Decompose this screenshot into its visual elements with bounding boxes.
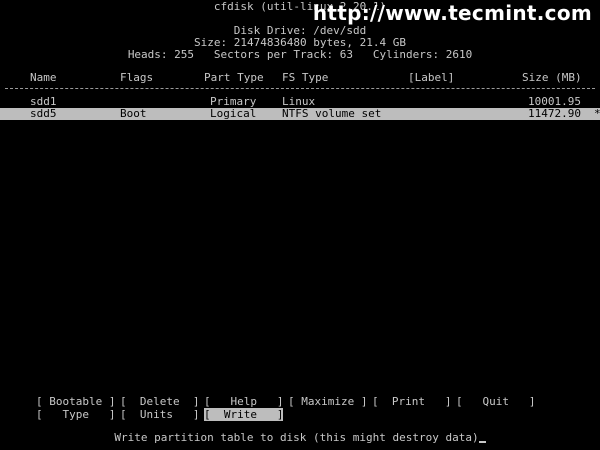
maximize-button[interactable]: [ Maximize ] (288, 395, 367, 408)
partition-row-sdd5[interactable]: sdd5 Boot Logical NTFS volume set 11472.… (0, 108, 600, 120)
col-flags: Flags (120, 71, 154, 84)
watermark: http://www.tecmint.com (312, 1, 592, 25)
disk-geometry: Heads: 255 Sectors per Track: 63 Cylinde… (127, 48, 473, 61)
help-button[interactable]: [ Help ] (204, 395, 283, 408)
row-mark: * (594, 107, 600, 120)
col-name: Name (30, 71, 57, 84)
units-button[interactable]: [ Units ] (120, 408, 199, 421)
header-divider (5, 88, 595, 89)
row-part-type: Logical (210, 107, 257, 120)
bootable-button[interactable]: [ Bootable ] (36, 395, 115, 408)
col-label: [Label] (408, 71, 455, 84)
text-cursor (478, 441, 486, 443)
row-name: sdd5 (30, 107, 57, 120)
status-text: Write partition table to disk (this migh… (114, 431, 479, 444)
write-button[interactable]: [ Write ] (204, 408, 284, 421)
table-header: Name Flags Part Type FS Type [Label] Siz… (0, 71, 600, 84)
quit-button[interactable]: [ Quit ] (456, 395, 535, 408)
col-part-type: Part Type (204, 71, 264, 84)
delete-button[interactable]: [ Delete ] (120, 395, 199, 408)
col-fs-type: FS Type (282, 71, 329, 84)
row-flags: Boot (120, 107, 147, 120)
row-fs-type: NTFS volume set (282, 107, 382, 120)
col-size: Size (MB) (522, 71, 582, 84)
status-line: Write partition table to disk (this migh… (0, 431, 600, 444)
row-size: 11472.90 (528, 107, 581, 120)
print-button[interactable]: [ Print ] (372, 395, 451, 408)
type-button[interactable]: [ Type ] (36, 408, 115, 421)
